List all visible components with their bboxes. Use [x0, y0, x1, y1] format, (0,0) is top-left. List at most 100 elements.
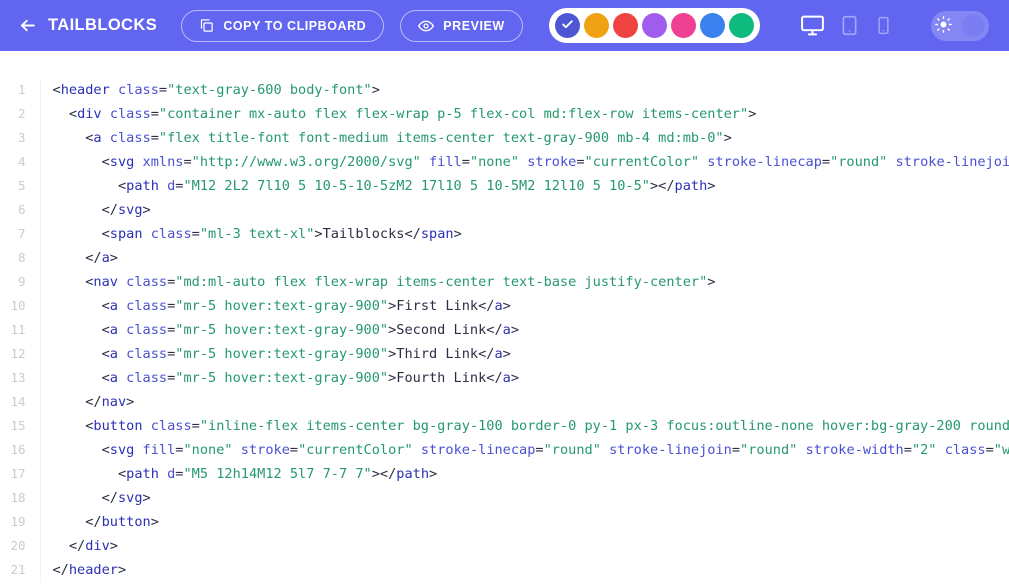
app-header: TAILBLOCKS COPY TO CLIPBOARD PREVIEW — [0, 0, 1009, 51]
copy-to-clipboard-button[interactable]: COPY TO CLIPBOARD — [181, 9, 385, 42]
token-tag: header — [60, 82, 110, 98]
token-attr: class — [150, 418, 192, 434]
code-line: 6 </svg> — [0, 198, 1009, 222]
token-punc — [118, 346, 126, 362]
line-number: 17 — [0, 462, 41, 486]
token-attr: class — [126, 298, 168, 314]
token-str: "w- — [993, 442, 1009, 458]
line-content[interactable]: <svg fill="none" stroke="currentColor" s… — [40, 438, 1009, 462]
token-punc — [143, 418, 151, 434]
token-str: "round" — [740, 442, 798, 458]
eye-icon — [418, 18, 435, 34]
token-attr: stroke-linejoin — [609, 442, 732, 458]
line-number: 1 — [0, 78, 41, 102]
token-tag: svg — [109, 442, 135, 458]
token-punc: </ — [52, 514, 102, 530]
line-content[interactable]: </div> — [40, 534, 1009, 558]
color-swatch-red[interactable] — [612, 13, 638, 38]
token-str: "mr-5 hover:text-gray-900" — [175, 346, 389, 362]
token-tag: path — [126, 466, 159, 482]
line-number: 4 — [0, 150, 41, 174]
line-content[interactable]: </svg> — [40, 486, 1009, 510]
token-str: "2" — [911, 442, 937, 458]
token-punc: < — [52, 346, 110, 362]
back-to-home-link[interactable]: TAILBLOCKS — [16, 12, 159, 39]
token-text: First Link — [396, 298, 479, 314]
token-tag: nav — [93, 274, 118, 290]
token-attr: fill — [429, 154, 462, 170]
token-attr: stroke-linejoin — [895, 154, 1009, 170]
line-content[interactable]: <button class="inline-flex items-center … — [40, 414, 1009, 438]
color-swatch-blue[interactable] — [699, 13, 725, 38]
token-punc — [159, 466, 167, 482]
color-swatch-green[interactable] — [728, 13, 754, 38]
token-punc: > — [707, 274, 716, 290]
monitor-icon[interactable] — [798, 11, 827, 40]
line-content[interactable]: <header class="text-gray-600 body-font"> — [40, 78, 1009, 102]
token-punc — [102, 130, 110, 146]
line-content[interactable]: <a class="mr-5 hover:text-gray-900">Seco… — [40, 318, 1009, 342]
code-line: 4 <svg xmlns="http://www.w3.org/2000/svg… — [0, 150, 1009, 174]
token-punc — [118, 322, 126, 338]
token-punc: > — [502, 346, 511, 362]
code-line: 15 <button class="inline-flex items-cent… — [0, 414, 1009, 438]
code-viewer[interactable]: 1 <header class="text-gray-600 body-font"… — [0, 51, 1009, 587]
code-line: 19 </button> — [0, 510, 1009, 534]
token-punc: </ — [52, 394, 102, 410]
color-theme-swatches — [548, 8, 760, 43]
token-tag: a — [109, 346, 118, 362]
token-punc: ></ — [649, 178, 675, 194]
line-content[interactable]: <path d="M12 2L2 7l10 5 10-5-10-5zM2 17l… — [40, 174, 1009, 198]
color-swatch-yellow[interactable] — [583, 13, 609, 38]
line-number: 2 — [0, 102, 41, 126]
page-title: TAILBLOCKS — [48, 16, 158, 34]
color-swatch-indigo[interactable] — [554, 13, 580, 38]
token-attr: class — [126, 370, 168, 386]
line-content[interactable]: <a class="mr-5 hover:text-gray-900">Firs… — [40, 294, 1009, 318]
theme-toggle-knob — [961, 14, 985, 37]
token-str: "none" — [469, 154, 520, 170]
token-str: "md:ml-auto flex flex-wrap items-center … — [175, 274, 708, 290]
line-number: 18 — [0, 486, 41, 510]
line-content[interactable]: <div class="container mx-auto flex flex-… — [40, 102, 1009, 126]
token-punc — [413, 442, 421, 458]
theme-toggle[interactable] — [930, 10, 989, 41]
token-punc: > — [510, 322, 520, 338]
line-number: 14 — [0, 390, 41, 414]
token-punc: = — [731, 442, 741, 458]
token-tag: a — [109, 298, 118, 314]
token-str: "none" — [183, 442, 233, 458]
color-swatch-purple[interactable] — [641, 13, 667, 38]
line-content[interactable]: </button> — [40, 510, 1009, 534]
line-content[interactable]: </svg> — [40, 198, 1009, 222]
line-number: 21 — [0, 558, 41, 582]
preview-button[interactable]: PREVIEW — [400, 9, 523, 42]
line-content[interactable]: <a class="mr-5 hover:text-gray-900">Four… — [40, 366, 1009, 390]
token-punc — [118, 274, 126, 290]
tablet-icon[interactable] — [837, 13, 862, 38]
line-content[interactable]: </header> — [40, 558, 1009, 582]
token-tag: svg — [117, 490, 143, 506]
line-content[interactable]: </a> — [40, 246, 1009, 270]
line-number: 8 — [0, 246, 41, 270]
token-tag: nav — [101, 394, 127, 410]
line-content[interactable]: <svg xmlns="http://www.w3.org/2000/svg" … — [40, 150, 1009, 174]
line-number: 5 — [0, 174, 41, 198]
line-content[interactable]: <a class="mr-5 hover:text-gray-900">Thir… — [40, 342, 1009, 366]
line-number: 15 — [0, 414, 41, 438]
token-punc — [134, 442, 142, 458]
token-punc — [118, 298, 126, 314]
line-content[interactable]: <nav class="md:ml-auto flex flex-wrap it… — [40, 270, 1009, 294]
line-content[interactable]: <span class="ml-3 text-xl">Tailblocks</s… — [40, 222, 1009, 246]
token-punc — [118, 370, 126, 386]
line-content[interactable]: <a class="flex title-font font-medium it… — [40, 126, 1009, 150]
line-content[interactable]: <path d="M5 12h14M12 5l7 7-7 7"></path> — [40, 462, 1009, 486]
token-text: Fourth Link — [396, 370, 487, 386]
line-content[interactable]: </nav> — [40, 390, 1009, 414]
line-number: 9 — [0, 270, 41, 294]
token-punc — [421, 154, 429, 170]
color-swatch-pink[interactable] — [670, 13, 696, 38]
token-punc — [233, 442, 241, 458]
copy-icon — [199, 18, 214, 33]
phone-icon[interactable] — [872, 14, 895, 37]
